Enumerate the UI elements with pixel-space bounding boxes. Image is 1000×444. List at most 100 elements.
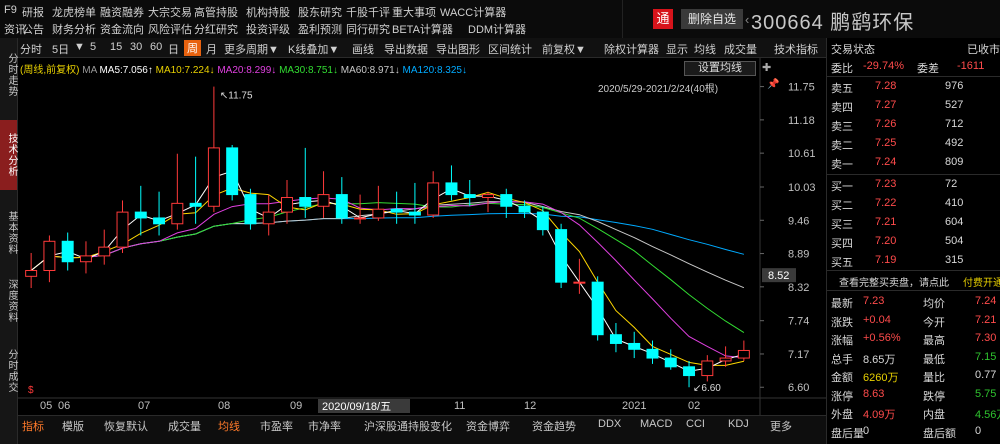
- indicator-tab[interactable]: DDX: [598, 418, 621, 430]
- pin-icon[interactable]: ✚: [762, 61, 771, 74]
- range-label: 2020/5/29-2021/2/24(40根): [598, 84, 719, 95]
- toolbar-item[interactable]: 除权计算器: [604, 41, 659, 57]
- left-tab[interactable]: 分时走势: [0, 40, 17, 110]
- indicator-tab[interactable]: 恢复默认: [104, 418, 148, 434]
- weibi-label: 委比: [831, 63, 853, 75]
- indicator-tab[interactable]: MACD: [640, 418, 672, 430]
- left-tab[interactable]: 技术分析: [0, 120, 17, 190]
- topnav-link[interactable]: 千股千评: [346, 4, 390, 20]
- candle-body: [372, 208, 385, 219]
- indicator-tab[interactable]: 资金趋势: [532, 418, 576, 434]
- toolbar-item[interactable]: 5日: [52, 41, 69, 57]
- candle-body: [61, 240, 74, 263]
- topnav-link[interactable]: 同行研究: [346, 21, 390, 37]
- toolbar-item[interactable]: 导出数据: [384, 41, 428, 57]
- stat-label: 外盘: [831, 409, 853, 421]
- toolbar-item[interactable]: 导出图形: [436, 41, 480, 57]
- topnav-link[interactable]: 风险评估: [148, 21, 192, 37]
- topnav-link[interactable]: 投资评级: [246, 21, 290, 37]
- toolbar-item[interactable]: 均线: [694, 41, 716, 57]
- indicator-tab[interactable]: 资金博弈: [466, 418, 510, 434]
- toolbar-item[interactable]: 5: [90, 41, 96, 53]
- ask-label: 卖四: [831, 102, 853, 114]
- toolbar-item[interactable]: 成交量: [724, 41, 757, 57]
- ask-label: 卖一: [831, 159, 853, 171]
- indicator-tab[interactable]: 成交量: [168, 418, 201, 434]
- y-tick-label: 7.17: [788, 349, 809, 361]
- topnav-link[interactable]: 研报: [22, 4, 44, 20]
- bid-volume: 504: [945, 235, 964, 247]
- indicator-tab[interactable]: 指标: [22, 418, 44, 434]
- toolbar-item[interactable]: ▼: [74, 41, 85, 53]
- kline-chart[interactable]: 11.75 11.18 10.61 10.03 9.46 8.89 8.32 7.74 7.17…: [18, 58, 826, 415]
- bid-price: 7.19: [875, 254, 897, 266]
- toolbar-item[interactable]: 日: [168, 41, 179, 57]
- topnav-link[interactable]: 盈利预测: [298, 21, 342, 37]
- bid-volume: 315: [945, 254, 964, 266]
- indicator-tab[interactable]: 市盈率: [260, 418, 293, 434]
- x-tick-label: 2021: [622, 400, 646, 412]
- toolbar-item[interactable]: 分时: [20, 41, 42, 57]
- toolbar-item[interactable]: 15: [110, 41, 122, 53]
- toolbar-item[interactable]: 月: [206, 41, 217, 57]
- ma20-value: MA20:8.299↓: [217, 65, 277, 76]
- topnav-link[interactable]: BETA计算器: [392, 21, 453, 37]
- topnav-link[interactable]: 高管持股: [194, 4, 238, 20]
- bid-label: 买四: [831, 238, 853, 250]
- candle-body: [226, 147, 239, 196]
- topnav-link[interactable]: WACC计算器: [440, 4, 506, 20]
- left-tab[interactable]: 基本资料: [0, 198, 17, 268]
- topnav-link[interactable]: 融资融券: [100, 4, 144, 20]
- toolbar-item[interactable]: 60: [150, 41, 162, 53]
- left-tab[interactable]: 深度资料: [0, 266, 17, 336]
- topnav-link[interactable]: DDM计算器: [468, 21, 526, 37]
- indicator-tab[interactable]: KDJ: [728, 418, 749, 430]
- toolbar-item[interactable]: 更多周期▼: [224, 41, 279, 57]
- topnav-link[interactable]: 分红研究: [194, 21, 238, 37]
- indicator-tab[interactable]: 模版: [62, 418, 84, 434]
- indicator-tab[interactable]: CCI: [686, 418, 705, 430]
- current-price-label: 8.52: [768, 270, 789, 282]
- bid-volume: 604: [945, 216, 964, 228]
- toolbar-item[interactable]: 画线: [352, 41, 374, 57]
- delete-favorite-button[interactable]: 删除自选: [681, 9, 743, 29]
- ma-settings-button[interactable]: 设置均线: [684, 61, 756, 76]
- topnav-link[interactable]: 龙虎榜单: [52, 4, 96, 20]
- candle-body: [536, 211, 549, 231]
- topnav-link[interactable]: 机构持股: [246, 4, 290, 20]
- topnav-link[interactable]: 财务分析: [52, 21, 96, 37]
- toolbar-item[interactable]: 30: [130, 41, 142, 53]
- ask-price: 7.25: [875, 137, 897, 149]
- toolbar-item[interactable]: 前复权▼: [542, 41, 586, 57]
- ma5-value: MA5:7.056↑: [99, 65, 153, 76]
- topnav-link[interactable]: 公告: [22, 21, 44, 37]
- toolbar-item[interactable]: 区间统计: [488, 41, 532, 57]
- top-nav: F9 研报 龙虎榜单 融资融券 大宗交易 高管持股 机构持股 股东研究 千股千评 重大事项 WACC…: [0, 0, 622, 38]
- topnav-link[interactable]: 股东研究: [298, 4, 342, 20]
- topnav-link[interactable]: 资金流向: [100, 21, 144, 37]
- toolbar-item[interactable]: 周: [184, 40, 201, 56]
- topnav-link[interactable]: F9: [4, 4, 17, 16]
- bid-label: 买五: [831, 257, 853, 269]
- toolbar-item[interactable]: 显示: [666, 41, 688, 57]
- left-tab[interactable]: 分时成交: [0, 336, 17, 406]
- toolbar-item[interactable]: K线叠加▼: [288, 41, 339, 57]
- topnav-link[interactable]: 大宗交易: [148, 4, 192, 20]
- weicha-label: 委差: [917, 63, 939, 75]
- pin-icon-2[interactable]: 📌: [767, 79, 779, 90]
- stat-label: 盘后量: [831, 427, 864, 440]
- indicator-tab[interactable]: 市净率: [308, 418, 341, 434]
- indicator-tab[interactable]: 沪深股通持股变化: [364, 418, 452, 434]
- ask-label: 卖三: [831, 121, 853, 133]
- stat-label: 今开: [923, 316, 945, 329]
- tong-badge[interactable]: 通: [653, 9, 673, 29]
- promo-link[interactable]: 付费开通: [963, 274, 1000, 289]
- indicator-tab[interactable]: 更多: [770, 418, 792, 434]
- bid-label: 买二: [831, 200, 853, 212]
- promo-text[interactable]: 查看完整买卖盘，请点此: [839, 274, 949, 289]
- toolbar-item[interactable]: 技术指标: [774, 41, 818, 57]
- stat-value: 6260万: [863, 372, 899, 384]
- candle-body: [500, 194, 513, 207]
- topnav-link[interactable]: 重大事项: [392, 4, 436, 20]
- indicator-tab[interactable]: 均线: [218, 418, 240, 434]
